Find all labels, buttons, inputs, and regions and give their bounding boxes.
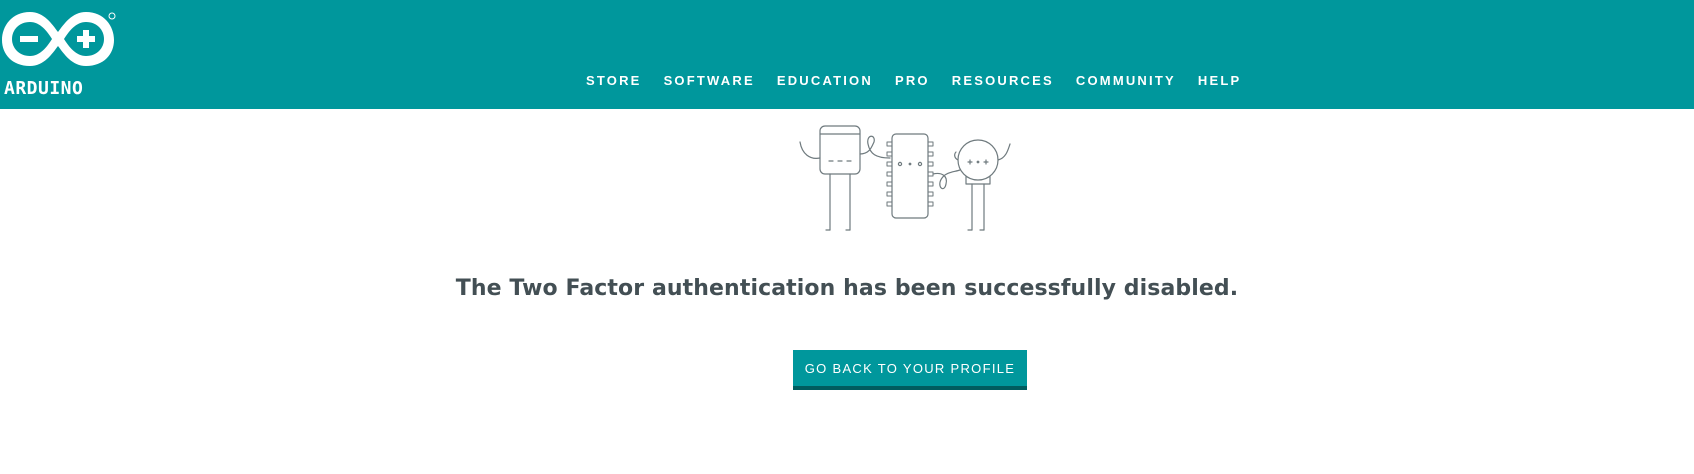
go-back-to-profile-button[interactable]: GO BACK TO YOUR PROFILE xyxy=(793,350,1027,390)
nav-item-pro[interactable]: PRO xyxy=(895,73,930,88)
arduino-logo-link[interactable]: ARDUINO xyxy=(0,8,120,99)
nav-item-resources[interactable]: RESOURCES xyxy=(952,73,1054,88)
logo-text: ARDUINO xyxy=(4,78,84,99)
arduino-infinity-logo-icon xyxy=(2,12,116,66)
arduino-components-illustration-icon xyxy=(799,125,1011,231)
nav-item-education[interactable]: EDUCATION xyxy=(777,73,873,88)
nav-item-community[interactable]: COMMUNITY xyxy=(1076,73,1176,88)
main-nav: STORE SOFTWARE EDUCATION PRO RESOURCES C… xyxy=(586,73,1263,88)
status-message: The Two Factor authentication has been s… xyxy=(455,276,1239,301)
nav-item-software[interactable]: SOFTWARE xyxy=(664,73,755,88)
nav-item-help[interactable]: HELP xyxy=(1198,73,1241,88)
site-header: ARDUINO STORE SOFTWARE EDUCATION PRO RES… xyxy=(0,0,1694,109)
nav-item-store[interactable]: STORE xyxy=(586,73,642,88)
